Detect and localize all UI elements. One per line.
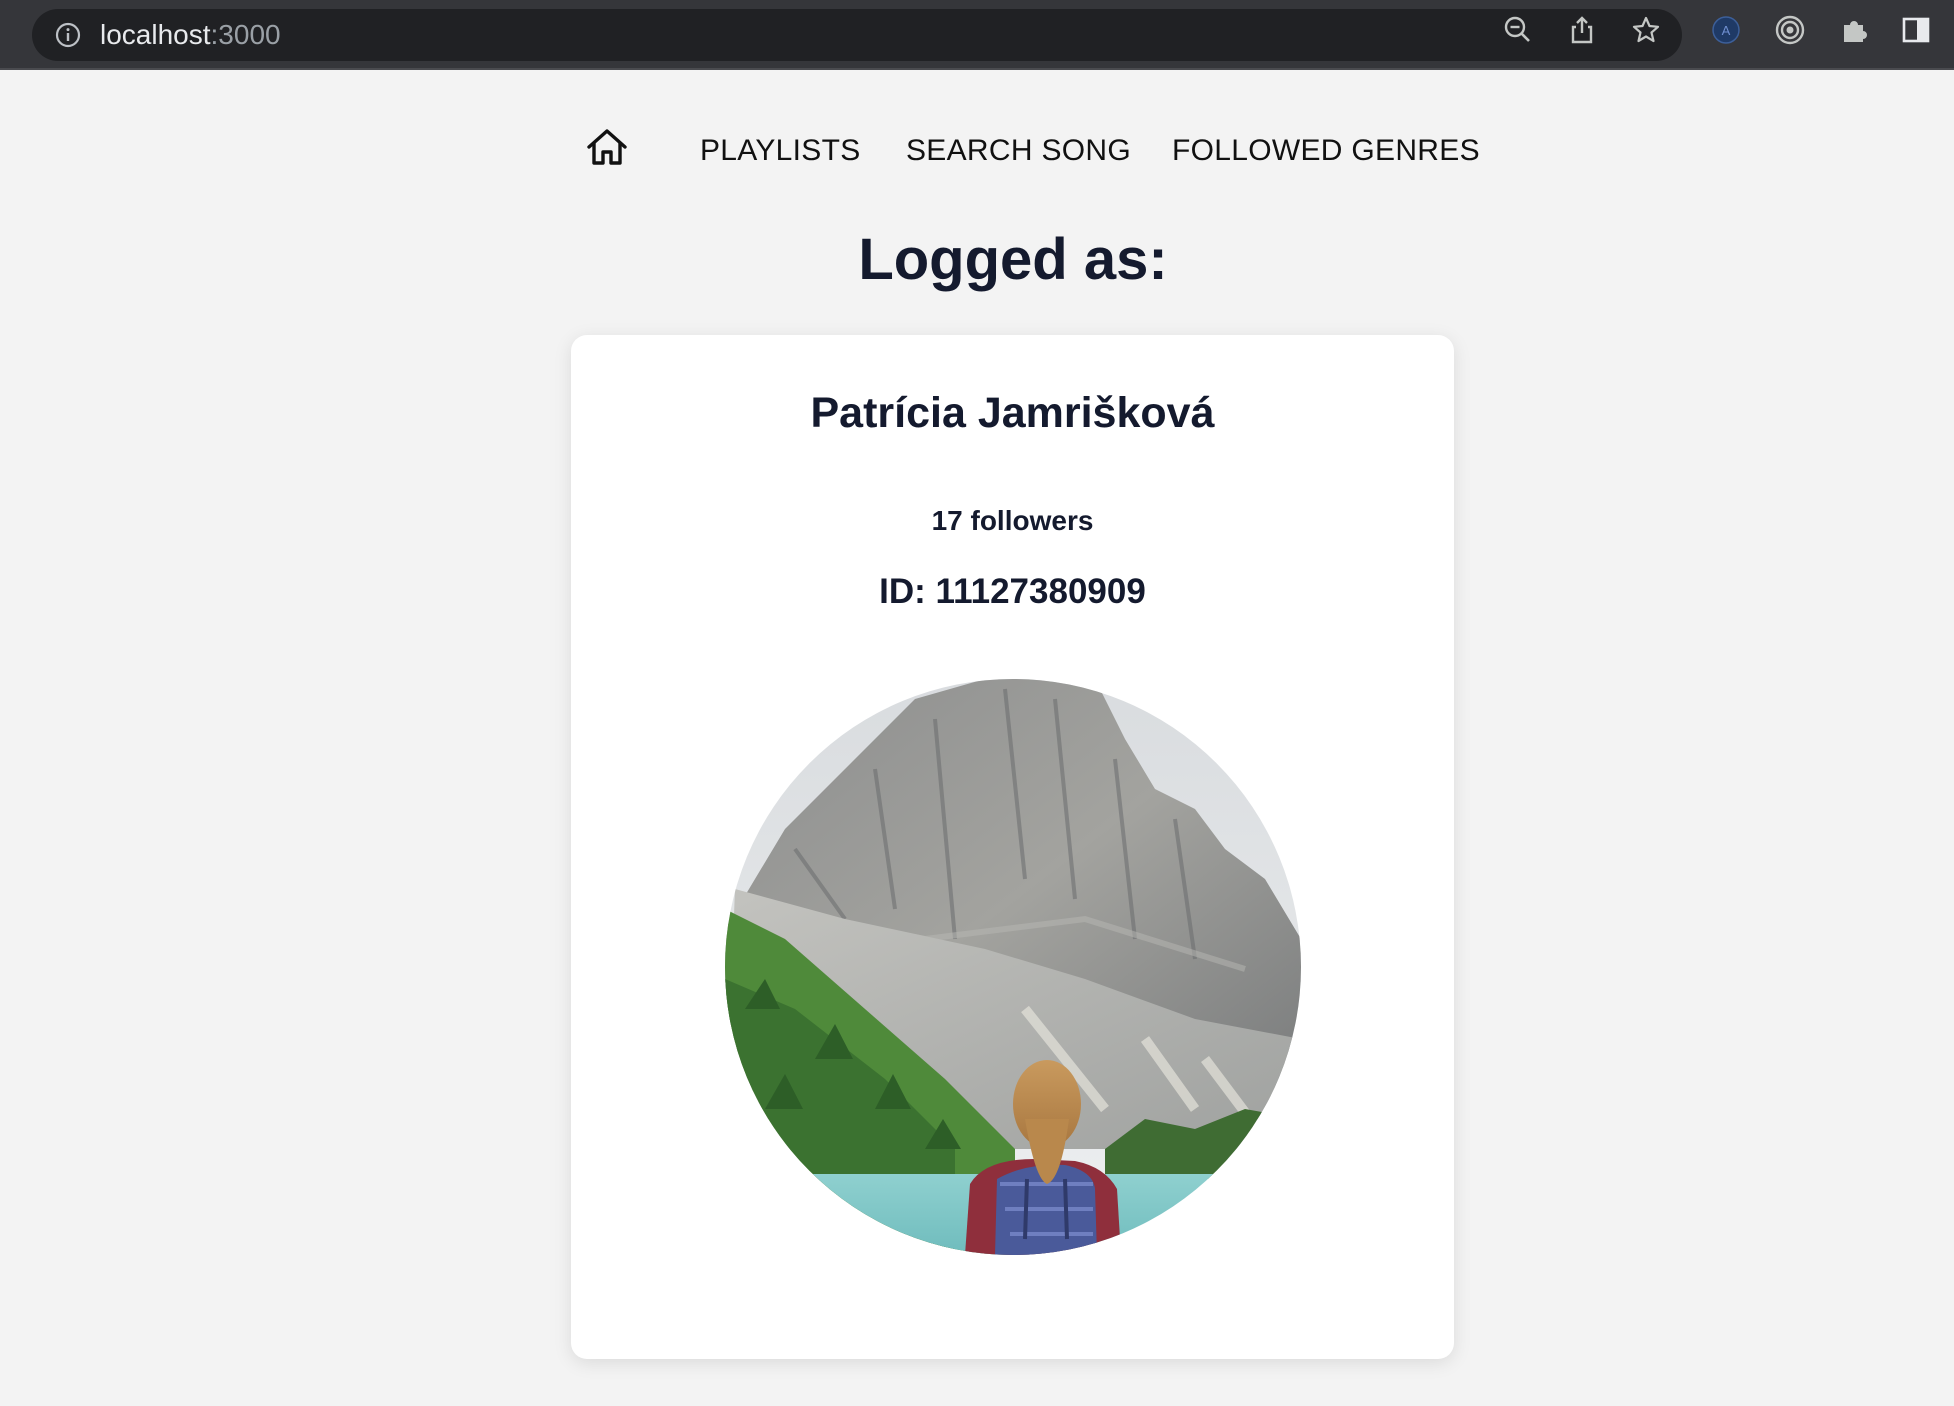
nav-link-search-song[interactable]: SEARCH SONG: [906, 134, 1131, 168]
side-panel-icon[interactable]: [1900, 14, 1932, 46]
main-nav: PLAYLISTS SEARCH SONG FOLLOWED GENRES: [0, 126, 1954, 176]
url-host: localhost: [100, 19, 211, 50]
url-text[interactable]: localhost:3000: [100, 9, 281, 61]
profile-card: Patrícia Jamrišková 17 followers ID: 111…: [571, 335, 1454, 1359]
bookmark-star-icon[interactable]: [1630, 14, 1662, 46]
home-icon[interactable]: [585, 126, 629, 170]
svg-text:A: A: [1722, 23, 1731, 38]
browser-toolbar: localhost:3000 A: [0, 0, 1954, 70]
extensions-puzzle-icon[interactable]: [1838, 14, 1870, 46]
nav-link-playlists[interactable]: PLAYLISTS: [700, 134, 861, 168]
followers-count: 17 followers: [931, 505, 1094, 536]
url-port: :3000: [210, 19, 281, 50]
page-title: Logged as:: [858, 227, 1168, 292]
zoom-out-icon[interactable]: [1502, 14, 1534, 46]
user-name: Patrícia Jamrišková: [810, 389, 1215, 437]
avatar: [725, 679, 1301, 1255]
target-extension-icon[interactable]: [1774, 14, 1806, 46]
account-icon[interactable]: A: [1710, 14, 1742, 46]
nav-link-followed-genres[interactable]: FOLLOWED GENRES: [1172, 134, 1480, 168]
address-bar[interactable]: localhost:3000: [32, 9, 1682, 61]
share-icon[interactable]: [1566, 14, 1598, 46]
info-icon[interactable]: [54, 21, 82, 49]
user-id: ID: 11127380909: [879, 572, 1146, 611]
